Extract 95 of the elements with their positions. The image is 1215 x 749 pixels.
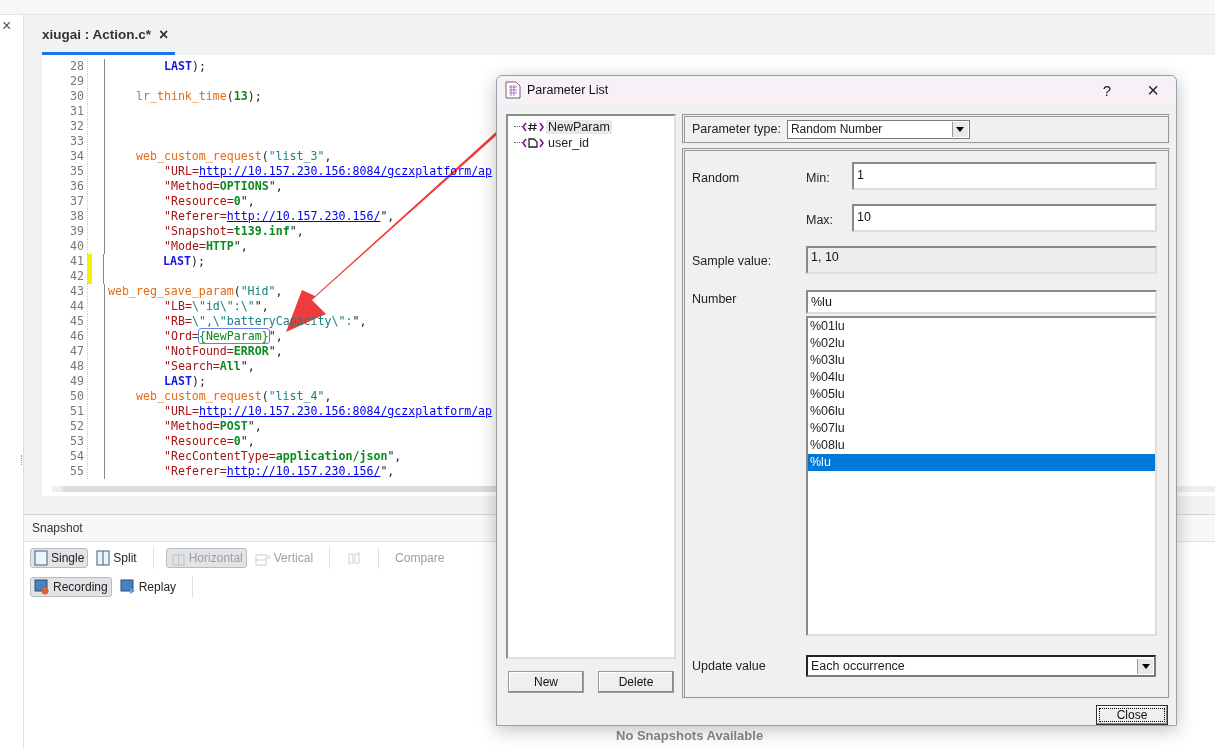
code-line: "Snapshot=t139.inf",	[164, 224, 304, 239]
line-number: 51	[69, 404, 84, 419]
parameter-item[interactable]: NewParam	[546, 120, 612, 134]
single-pane-icon	[34, 550, 48, 566]
update-value-select[interactable]: Each occurrence	[806, 655, 1156, 677]
line-number: 33	[69, 134, 84, 149]
min-field[interactable]: 1	[852, 162, 1157, 190]
recording-icon	[34, 579, 50, 595]
line-number: 53	[69, 434, 84, 449]
code-line: "RecContentType=application/json",	[164, 449, 402, 464]
toolbar-button[interactable]: Recording	[30, 577, 112, 597]
format-option[interactable]: %02lu	[808, 335, 1155, 352]
code-line: "Resource=0",	[164, 194, 255, 209]
line-number: 48	[69, 359, 84, 374]
line-number: 40	[69, 239, 84, 254]
line-number: 49	[69, 374, 84, 389]
help-button[interactable]: ?	[1084, 76, 1130, 104]
line-number: 28	[69, 59, 84, 74]
code-line: LAST);	[164, 374, 206, 389]
field-label: Update value	[692, 659, 767, 673]
replay-icon	[119, 579, 136, 595]
code-line: web_custom_request("list_4",	[136, 389, 332, 404]
code-line: LAST);	[163, 254, 205, 269]
code-line: web_reg_save_param("Hid",	[108, 284, 283, 299]
line-number: 42	[69, 269, 84, 284]
code-line: "Resource=0",	[164, 434, 255, 449]
line-number: 55	[69, 464, 84, 479]
toolbar-button[interactable]: Replay	[115, 577, 181, 597]
format-option[interactable]: %06lu	[808, 403, 1155, 420]
field-label: Random	[692, 170, 741, 185]
code-line: "NotFound=ERROR",	[164, 344, 283, 359]
line-number: 31	[69, 104, 84, 119]
line-number: 44	[69, 299, 84, 314]
document-list-icon	[505, 81, 521, 99]
dialog-button[interactable]: Delete	[598, 671, 674, 693]
line-number: 54	[69, 449, 84, 464]
format-option[interactable]: %lu	[808, 454, 1155, 471]
line-number: 32	[69, 119, 84, 134]
line-number: 29	[69, 74, 84, 89]
field-label: Sample value:	[692, 253, 773, 268]
line-number: 38	[69, 209, 84, 224]
code-line: "Method=OPTIONS",	[164, 179, 283, 194]
dropdown-icon	[1141, 663, 1150, 669]
field-label: Max:	[806, 212, 835, 227]
format-option[interactable]: %03lu	[808, 352, 1155, 369]
max-field[interactable]: 10	[852, 204, 1157, 232]
line-number: 37	[69, 194, 84, 209]
dialog-title: Parameter List	[527, 83, 609, 97]
line-number: 50	[69, 389, 84, 404]
line-number: 36	[69, 179, 84, 194]
sample-value-field: 1, 10	[806, 246, 1157, 274]
toolbar-button[interactable]: Split	[92, 548, 141, 568]
parameter-item[interactable]: user_id	[546, 136, 591, 150]
swap-icon	[346, 550, 363, 566]
format-option[interactable]: %08lu	[808, 437, 1155, 454]
line-number: 46	[69, 329, 84, 344]
code-line: "Ord={NewParam}",	[164, 329, 283, 344]
number-parameter-icon	[522, 121, 544, 133]
field-label: Min:	[806, 170, 831, 185]
code-line: LAST);	[164, 59, 206, 74]
line-number: 43	[69, 284, 84, 299]
split-pane-icon	[96, 550, 111, 566]
line-number: 52	[69, 419, 84, 434]
line-number: 39	[69, 224, 84, 239]
toolbar-button[interactable]: Single	[30, 548, 89, 568]
code-line: "LB=\"id\":\"",	[164, 299, 269, 314]
empty-message: No Snapshots Available	[616, 728, 764, 743]
code-line: "URL=http://10.157.230.156:8084/gczxplatform/ap	[164, 404, 493, 419]
format-option[interactable]: %01lu	[808, 318, 1155, 335]
line-number: 45	[69, 314, 84, 329]
number-format-field[interactable]: %lu	[806, 290, 1157, 314]
format-option[interactable]: %05lu	[808, 386, 1155, 403]
dialog-button[interactable]: New	[508, 671, 584, 693]
close-icon[interactable]: ×	[0, 15, 12, 35]
code-line: "Mode=HTTP",	[164, 239, 248, 254]
close-button[interactable]: ×	[1130, 76, 1176, 104]
code-line: "Method=POST",	[164, 419, 262, 434]
line-number: 35	[69, 164, 84, 179]
code-line: lr_think_time(13);	[136, 89, 262, 104]
file-parameter-icon	[522, 137, 544, 149]
dropdown-icon	[956, 126, 965, 132]
parameter-type-select[interactable]: Random Number	[786, 119, 970, 139]
code-line: web_custom_request("list_3",	[136, 149, 332, 164]
format-option[interactable]: %04lu	[808, 369, 1155, 386]
line-number: 30	[69, 89, 84, 104]
line-number: 34	[69, 149, 84, 164]
close-button[interactable]: Close	[1096, 705, 1168, 725]
code-line: "Referer=http://10.157.230.156/",	[164, 464, 395, 479]
line-number: 47	[69, 344, 84, 359]
code-line: "Referer=http://10.157.230.156/",	[164, 209, 395, 224]
line-number: 41	[69, 254, 84, 269]
field-label: Number	[692, 291, 738, 306]
code-line: "Search=All",	[164, 359, 255, 374]
format-option[interactable]: %07lu	[808, 420, 1155, 437]
field-label: Parameter type:	[692, 122, 781, 136]
